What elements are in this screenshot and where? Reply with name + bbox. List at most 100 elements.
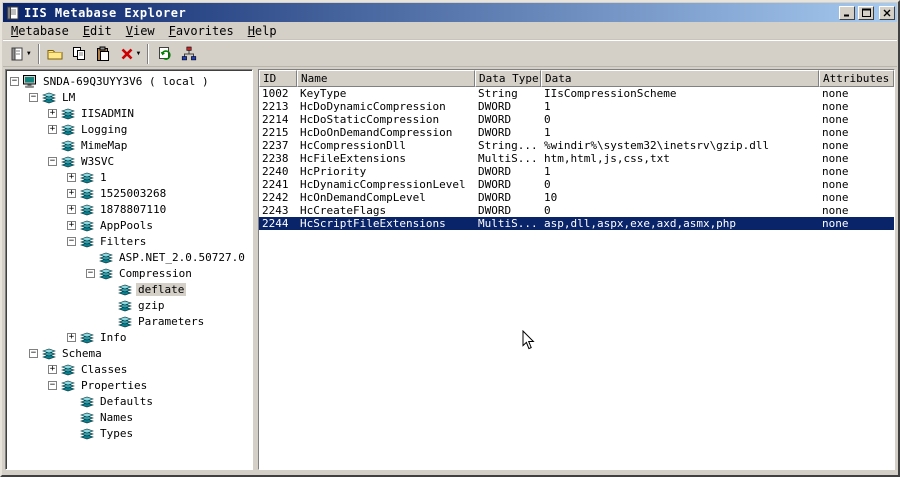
list-row-2238[interactable]: 2238 HcFileExtensions MultiS... htm,html,js…	[259, 152, 894, 165]
tree-item-1[interactable]: +1	[8, 169, 252, 185]
tree-item-info[interactable]: + Info	[8, 329, 252, 345]
expand-icon[interactable]: +	[48, 124, 57, 134]
collapse-icon[interactable]: −	[29, 92, 38, 102]
collapse-icon[interactable]: −	[48, 156, 57, 166]
tree-item-parameters[interactable]: Parameters	[8, 313, 252, 329]
list-row-2241[interactable]: 2241 HcDynamicCompressionLevel DWORD 0 none	[259, 178, 894, 191]
title-bar[interactable]: IIS Metabase Explorer	[3, 3, 897, 22]
dropdown-arrow-icon[interactable]: ▼	[27, 50, 31, 57]
tree-item-label[interactable]: Info	[98, 331, 129, 344]
list-row-2215[interactable]: 2215 HcDoOnDemandCompression DWORD 1 none	[259, 126, 894, 139]
expand-icon[interactable]: +	[48, 108, 57, 118]
expand-icon[interactable]: +	[67, 204, 76, 214]
tree-item-label[interactable]: Filters	[98, 235, 148, 248]
collapse-icon[interactable]: −	[10, 76, 19, 86]
cell-attributes: none	[822, 204, 849, 217]
expand-icon[interactable]: +	[67, 332, 76, 342]
collapse-icon[interactable]: −	[29, 348, 38, 358]
tree-item-label[interactable]: Defaults	[98, 395, 155, 408]
tree-item-label[interactable]: LM	[60, 91, 77, 104]
list-row-2244[interactable]: 2244 HcScriptFileExtensions MultiS... asp,d…	[259, 217, 894, 230]
tree-item-filters[interactable]: − Filters	[8, 233, 252, 249]
paste-button[interactable]	[92, 43, 115, 65]
tree-item-names[interactable]: Names	[8, 409, 252, 425]
collapse-icon[interactable]: −	[48, 380, 57, 390]
tree-item-logging[interactable]: + Logging	[8, 121, 252, 137]
list-row-2243[interactable]: 2243 HcCreateFlags DWORD 0 none	[259, 204, 894, 217]
tree-item-label[interactable]: Compression	[117, 267, 194, 280]
column-header-name[interactable]: Name	[297, 70, 475, 87]
list-row-2214[interactable]: 2214 HcDoStaticCompression DWORD 0 none	[259, 113, 894, 126]
tree-item-label[interactable]: ASP.NET_2.0.50727.0	[117, 251, 247, 264]
tree-item-label[interactable]: IISADMIN	[79, 107, 136, 120]
delete-button[interactable]: ▼	[116, 43, 144, 65]
tree-item-label[interactable]: gzip	[136, 299, 167, 312]
copy-button[interactable]	[68, 43, 91, 65]
column-header-id[interactable]: ID	[259, 70, 297, 87]
tree-item-label[interactable]: Properties	[79, 379, 149, 392]
list-row-2242[interactable]: 2242 HcOnDemandCompLevel DWORD 10 none	[259, 191, 894, 204]
tree-item-lm[interactable]: − LM	[8, 89, 252, 105]
connections-button[interactable]	[177, 43, 200, 65]
tree-item-compression[interactable]: − Compression	[8, 265, 252, 281]
expand-icon[interactable]: +	[67, 172, 76, 182]
tree-item-label[interactable]: SNDA-69Q3UYY3V6 ( local )	[41, 75, 211, 88]
tree-item-label[interactable]: Classes	[79, 363, 129, 376]
tree-item-gzip[interactable]: gzip	[8, 297, 252, 313]
menu-view[interactable]: View	[119, 23, 162, 39]
refresh-button[interactable]	[153, 43, 176, 65]
tree-item-schema[interactable]: − Schema	[8, 345, 252, 361]
list-row-1002[interactable]: 1002 KeyType String IIsCompressionScheme non…	[259, 87, 894, 100]
minimize-button[interactable]	[839, 5, 855, 20]
menu-favorites[interactable]: Favorites	[162, 23, 241, 39]
list-row-2240[interactable]: 2240 HcPriority DWORD 1 none	[259, 165, 894, 178]
tree-item-label[interactable]: 1878807110	[98, 203, 168, 216]
tree-item-label[interactable]: Parameters	[136, 315, 206, 328]
tree-item-1878807110[interactable]: +1878807110	[8, 201, 252, 217]
column-header-attributes[interactable]: Attributes	[819, 70, 894, 87]
tree-item-snda-69q3uyy3v6-local[interactable]: − SNDA-69Q3UYY3V6 ( local )	[8, 73, 252, 89]
expand-icon[interactable]: +	[48, 364, 57, 374]
tree-item-w3svc[interactable]: − W3SVC	[8, 153, 252, 169]
menu-help[interactable]: Help	[241, 23, 284, 39]
tree-item-label[interactable]: 1	[98, 171, 109, 184]
tree-item-deflate[interactable]: deflate	[8, 281, 252, 297]
tree-item-mimemap[interactable]: MimeMap	[8, 137, 252, 153]
cell-name: HcDoDynamicCompression	[300, 100, 446, 113]
list-row-2213[interactable]: 2213 HcDoDynamicCompression DWORD 1 none	[259, 100, 894, 113]
column-header-data[interactable]: Data	[541, 70, 819, 87]
expand-icon[interactable]: +	[67, 188, 76, 198]
cell-id: 1002	[262, 87, 289, 100]
tree-item-label[interactable]: AppPools	[98, 219, 155, 232]
metabase-menu-button[interactable]: ▼	[6, 43, 34, 65]
tree-item-label[interactable]: W3SVC	[79, 155, 116, 168]
menu-edit[interactable]: Edit	[76, 23, 119, 39]
tree-item-asp-net-2-0-50727-0[interactable]: ASP.NET_2.0.50727.0	[8, 249, 252, 265]
collapse-icon[interactable]: −	[67, 236, 76, 246]
menu-metabase[interactable]: Metabase	[4, 23, 76, 39]
tree-item-label[interactable]: Schema	[60, 347, 104, 360]
tree-item-label[interactable]: MimeMap	[79, 139, 129, 152]
tree-item-1525003268[interactable]: +1525003268	[8, 185, 252, 201]
tree-item-label[interactable]: deflate	[136, 282, 187, 296]
tree-item-iisadmin[interactable]: + IISADMIN	[8, 105, 252, 121]
dropdown-arrow-icon[interactable]: ▼	[137, 50, 141, 57]
tree-item-classes[interactable]: + Classes	[8, 361, 252, 377]
tree-item-apppools[interactable]: + AppPools	[8, 217, 252, 233]
tree-item-label[interactable]: 1525003268	[98, 187, 168, 200]
close-button[interactable]	[879, 5, 895, 20]
tree-item-defaults[interactable]: Defaults	[8, 393, 252, 409]
tree-item-properties[interactable]: − Properties	[8, 377, 252, 393]
tree-item-label[interactable]: Types	[98, 427, 135, 440]
list-row-2237[interactable]: 2237 HcCompressionDll String... %windir%\sy…	[259, 139, 894, 152]
expand-icon[interactable]: +	[67, 220, 76, 230]
tree-item-label[interactable]: Logging	[79, 123, 129, 136]
collapse-icon[interactable]: −	[86, 268, 95, 278]
tree-item-label[interactable]: Names	[98, 411, 135, 424]
tree-item-types[interactable]: Types	[8, 425, 252, 441]
new-key-button[interactable]	[44, 43, 67, 65]
column-header-data-type[interactable]: Data Type	[475, 70, 541, 87]
maximize-button[interactable]	[858, 5, 874, 20]
